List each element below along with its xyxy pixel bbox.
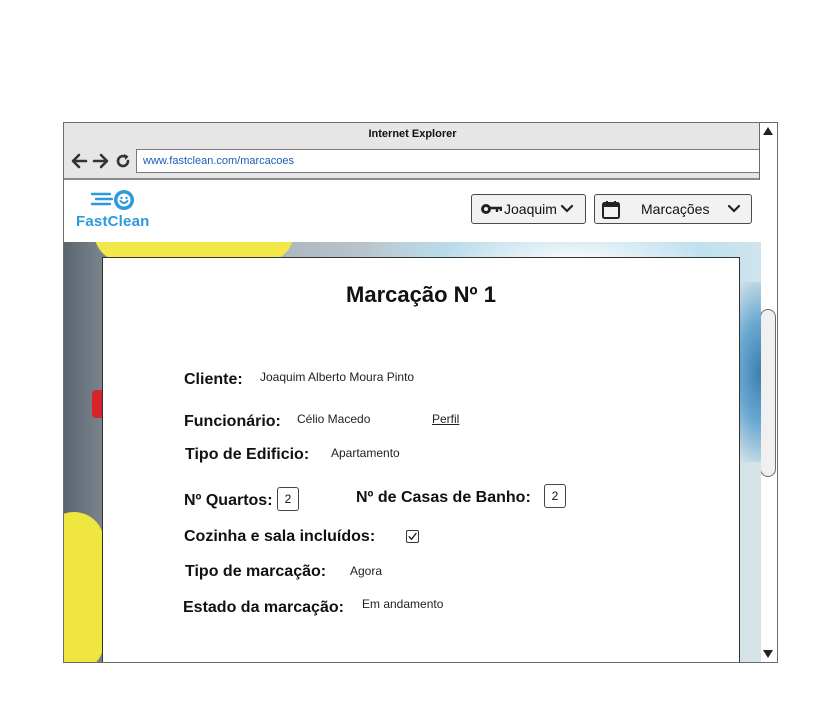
bathrooms-value: 2 <box>544 484 566 508</box>
scroll-up-icon[interactable] <box>760 124 776 138</box>
user-dropdown[interactable]: Joaquim <box>471 194 586 224</box>
checkmark-icon <box>408 532 417 540</box>
site-header: FastClean Joaquim Marcações <box>64 180 761 242</box>
vertical-scrollbar[interactable] <box>759 123 777 662</box>
building-type-label: Tipo de Edificio: <box>185 446 310 463</box>
kitchen-checkbox <box>406 530 419 543</box>
key-icon <box>481 204 502 214</box>
logo-text: FastClean <box>76 213 150 230</box>
profile-link[interactable]: Perfil <box>432 412 459 426</box>
bookings-dropdown[interactable]: Marcações <box>594 194 752 224</box>
employee-label: Funcionário: <box>184 413 281 430</box>
url-input[interactable]: www.fastclean.com/marcacoes <box>136 149 760 173</box>
client-label: Cliente: <box>184 371 243 388</box>
rooms-label: Nº Quartos: <box>184 492 273 509</box>
booking-type-label: Tipo de marcação: <box>185 563 327 580</box>
booking-status-value: Em andamento <box>362 597 444 611</box>
calendar-icon <box>602 201 620 219</box>
booking-status-label: Estado da marcação: <box>183 599 344 616</box>
chevron-down-icon <box>560 204 574 213</box>
browser-window: Internet Explorer www.fastclean.com/marc… <box>63 122 778 663</box>
bookings-label: Marcações <box>641 201 710 217</box>
refresh-icon[interactable] <box>114 152 132 170</box>
back-arrow-icon[interactable] <box>70 152 88 170</box>
scroll-down-icon[interactable] <box>760 647 776 661</box>
rooms-value: 2 <box>277 487 299 511</box>
chevron-down-icon <box>727 204 741 213</box>
logo-mark-icon <box>90 190 134 210</box>
booking-type-value: Agora <box>350 564 383 578</box>
fastclean-logo[interactable]: FastClean <box>76 188 166 232</box>
kitchen-label: Cozinha e sala incluídos: <box>184 528 376 545</box>
bathrooms-label: Nº de Casas de Banho: <box>356 489 531 506</box>
window-title: Internet Explorer <box>64 123 761 146</box>
employee-value: Célio Macedo <box>297 412 371 426</box>
booking-details-card: Marcação Nº 1 Cliente: Joaquim Alberto M… <box>102 257 740 662</box>
building-type-value: Apartamento <box>331 446 400 460</box>
client-value: Joaquim Alberto Moura Pinto <box>260 370 415 384</box>
scroll-thumb[interactable] <box>760 309 776 477</box>
booking-title: Marcação Nº 1 <box>346 282 496 307</box>
user-name: Joaquim <box>504 201 557 217</box>
forward-arrow-icon[interactable] <box>92 152 110 170</box>
address-bar: www.fastclean.com/marcacoes <box>64 145 761 180</box>
